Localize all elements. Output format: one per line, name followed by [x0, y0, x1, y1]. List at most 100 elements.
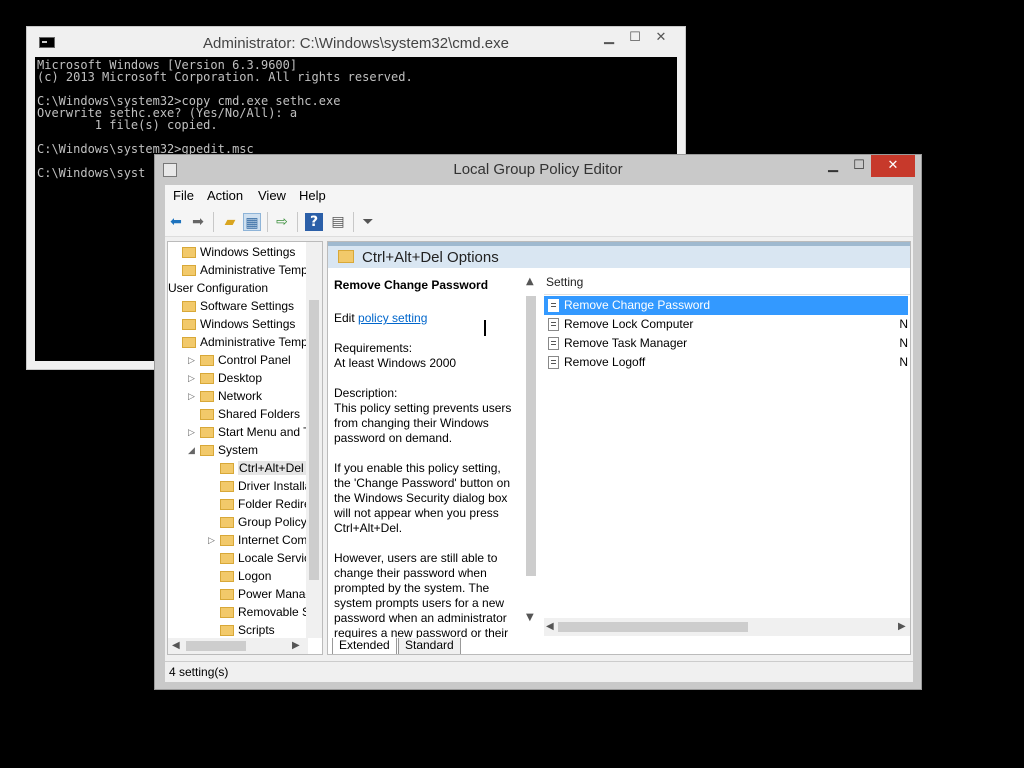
folder-icon	[182, 265, 196, 276]
policy-setting-icon	[548, 356, 559, 369]
folder-icon	[220, 463, 234, 474]
help-icon[interactable]: ?	[305, 213, 323, 231]
gpedit-window-title: Local Group Policy Editor	[453, 161, 623, 178]
expand-icon[interactable]: ▷	[188, 391, 196, 402]
scroll-left-icon[interactable]: ◀	[172, 640, 180, 651]
description-paragraph: However, users are still able to change …	[334, 551, 509, 640]
folder-icon	[220, 589, 234, 600]
setting-name: Remove Change Password	[564, 298, 711, 312]
tree-item-label: Desktop	[218, 371, 263, 385]
scroll-right-icon[interactable]: ▶	[292, 640, 300, 651]
column-header-setting[interactable]: Setting	[544, 268, 910, 295]
extended-description-panel: Remove Change Password Edit policy setti…	[328, 268, 524, 640]
extended-scroll-thumb[interactable]	[526, 296, 536, 576]
show-hide-action-pane-icon[interactable]: ▤	[329, 213, 347, 231]
scroll-right-icon[interactable]: ▶	[898, 621, 906, 632]
folder-icon	[220, 517, 234, 528]
policy-setting-icon	[548, 299, 559, 312]
folder-icon	[200, 409, 214, 420]
menu-file[interactable]: File	[173, 188, 194, 203]
tree-item-label: Control Panel	[218, 353, 291, 367]
description-paragraph: This policy setting prevents users from …	[334, 401, 512, 445]
tab-extended[interactable]: Extended	[332, 638, 397, 654]
tab-standard[interactable]: Standard	[398, 638, 461, 654]
policy-setting-icon	[548, 318, 559, 331]
gpedit-close-button[interactable]: ✕	[871, 155, 915, 177]
expand-icon[interactable]: ▷	[188, 427, 196, 438]
scroll-up-icon[interactable]: ▲	[526, 276, 534, 287]
tree-item-label: System	[218, 443, 259, 457]
back-icon[interactable]: ⬅	[167, 213, 185, 231]
cmd-titlebar[interactable]: Administrator: C:\Windows\system32\cmd.e…	[27, 27, 685, 57]
setting-row[interactable]: Remove Task Manager N	[544, 334, 908, 353]
cmd-minimize-button[interactable]: ▁	[595, 29, 623, 47]
setting-name: Remove Lock Computer	[564, 317, 694, 331]
folder-icon	[220, 481, 234, 492]
details-pane: Ctrl+Alt+Del Options Remove Change Passw…	[327, 241, 911, 655]
tree-vertical-scrollbar[interactable]	[306, 242, 322, 638]
folder-icon	[182, 301, 196, 312]
export-list-icon[interactable]: ⇨	[273, 213, 291, 231]
setting-name: Remove Logoff	[564, 355, 646, 369]
toolbar-separator	[213, 212, 214, 232]
cmd-close-button[interactable]: ✕	[639, 29, 683, 47]
setting-row[interactable]: Remove Lock Computer N	[544, 315, 908, 334]
expand-icon[interactable]: ▷	[208, 535, 216, 546]
column-header-label: Setting	[546, 275, 584, 289]
folder-icon	[200, 391, 214, 402]
folder-icon	[200, 373, 214, 384]
forward-icon[interactable]: ➡	[189, 213, 207, 231]
list-hscroll-thumb[interactable]	[558, 622, 748, 632]
status-bar: 4 setting(s)	[165, 661, 913, 682]
setting-state: N	[899, 336, 908, 350]
filter-icon[interactable]: ⏷	[359, 213, 377, 231]
setting-state: N	[899, 355, 908, 369]
tree-item-label: Windows Settings	[200, 317, 296, 331]
menu-view[interactable]: View	[258, 188, 286, 203]
details-header: Ctrl+Alt+Del Options	[328, 242, 910, 268]
requirements-value: At least Windows 2000	[334, 356, 457, 370]
folder-icon	[338, 250, 354, 263]
scroll-down-icon[interactable]: ▼	[526, 612, 534, 623]
toolbar-separator	[297, 212, 298, 232]
gpedit-maximize-button[interactable]: ☐	[845, 157, 873, 175]
gpedit-client-area: Scripts Removable Sto Power Manage Logon Loc…	[165, 237, 913, 682]
tree-hscroll-thumb[interactable]	[186, 641, 246, 651]
text-cursor-icon	[484, 320, 486, 336]
cmd-window-title: Administrator: C:\Windows\system32\cmd.e…	[203, 35, 509, 52]
collapse-icon[interactable]: ◢	[188, 445, 196, 456]
setting-row[interactable]: Remove Change Password	[544, 296, 908, 315]
console-line: (c) 2013 Microsoft Corporation. All righ…	[37, 70, 413, 84]
setting-row[interactable]: Remove Logoff N	[544, 353, 908, 372]
status-text: 4 setting(s)	[169, 665, 229, 679]
tree-item-label: Administrative Templa	[200, 263, 318, 277]
expand-icon[interactable]: ▷	[188, 373, 196, 384]
extended-scrollbar[interactable]: ▲ ▼	[524, 268, 538, 636]
edit-prefix: Edit	[334, 311, 359, 325]
show-hide-tree-icon[interactable]: ▦	[243, 213, 261, 231]
menu-help[interactable]: Help	[299, 188, 326, 203]
gpedit-minimize-button[interactable]: ▁	[819, 157, 847, 175]
expand-icon[interactable]: ▷	[188, 355, 196, 366]
menu-bar: File Action View Help	[165, 185, 913, 207]
setting-state: N	[899, 317, 908, 331]
tree-item-label: Shared Folders	[218, 407, 301, 421]
gpedit-window[interactable]: Local Group Policy Editor ▁ ☐ ✕ File Act…	[154, 154, 922, 690]
scroll-left-icon[interactable]: ◀	[546, 621, 554, 632]
folder-icon	[182, 337, 196, 348]
tree-horizontal-scrollbar[interactable]: ◀ ▶	[168, 638, 308, 654]
settings-list[interactable]: Setting ◀ ▶ Remove Change Password Remove…	[544, 268, 910, 636]
gpedit-titlebar[interactable]: Local Group Policy Editor ▁ ☐ ✕	[155, 155, 921, 185]
up-folder-icon[interactable]: ▰	[221, 213, 239, 231]
menu-action[interactable]: Action	[207, 188, 243, 203]
list-horizontal-scrollbar[interactable]: ◀ ▶	[544, 618, 910, 636]
navigation-tree[interactable]: Scripts Removable Sto Power Manage Logon Loc…	[167, 241, 323, 655]
folder-icon	[220, 553, 234, 564]
tree-item-label: Administrative Templa	[200, 335, 318, 349]
edit-policy-setting-link[interactable]: policy setting	[358, 311, 427, 325]
tree-item-label: Group Policy	[238, 515, 307, 529]
description: Description: This policy setting prevent…	[334, 386, 520, 654]
tree-vscroll-thumb[interactable]	[309, 300, 319, 580]
folder-icon	[182, 247, 196, 258]
folder-icon	[220, 625, 234, 636]
